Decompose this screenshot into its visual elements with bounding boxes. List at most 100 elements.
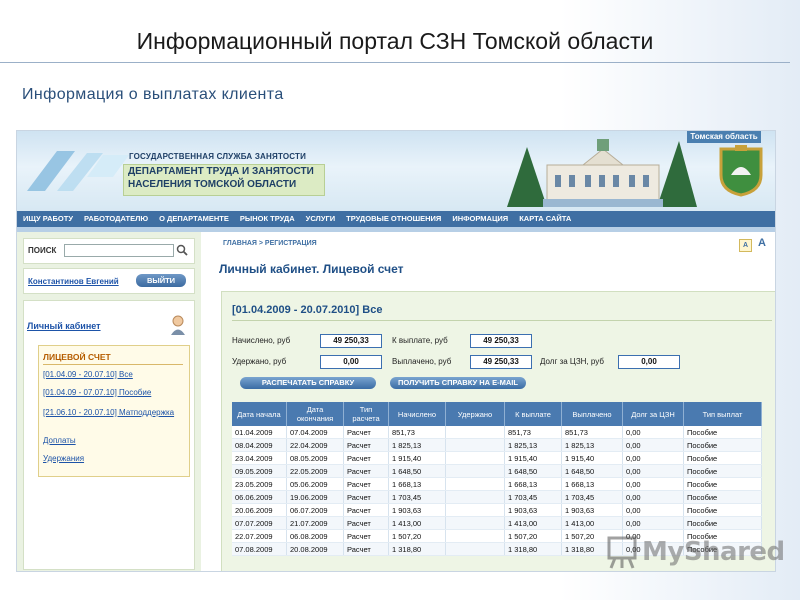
table-cell: 0,00 [622,464,684,478]
table-cell: 1 825,13 [561,438,623,452]
table-cell: Пособие [683,438,762,452]
service-name: ГОСУДАРСТВЕННАЯ СЛУЖБА ЗАНЯТОСТИ [129,152,307,161]
table-cell: 09.05.2009 [232,464,287,478]
table-cell: Расчет [343,426,389,439]
table-cell: Пособие [683,516,762,530]
table-cell: 1 507,20 [388,529,446,543]
nav-item-labor-relations[interactable]: ТРУДОВЫЕ ОТНОШЕНИЯ [340,211,446,227]
table-cell: 23.05.2009 [232,477,287,491]
user-name-link[interactable]: Константинов Евгений [28,277,119,286]
accrued-label: Начислено, руб [232,336,291,345]
table-cell: 20.08.2009 [286,542,344,556]
table-cell: 1 703,45 [388,490,446,504]
table-cell: 0,00 [622,503,684,517]
user-block: Константинов Евгений ВЫЙТИ [23,268,195,294]
table-row: 01.04.2009 07.04.2009 Расчет 851,73 851,73 85… [232,426,762,439]
watermark: MyShared [606,535,785,569]
table-cell: 1 915,40 [561,451,623,465]
account-link-all[interactable]: [01.04.09 - 20.07.10] Все [43,370,185,380]
search-icon[interactable] [176,244,188,256]
coat-of-arms-icon [719,145,763,197]
print-certificate-button[interactable]: РАСПЕЧАТАТЬ СПРАВКУ [240,377,376,389]
account-link-deductions[interactable]: Удержания [43,454,185,464]
table-cell: 1 648,50 [504,464,562,478]
department-name: ДЕПАРТАМЕНТ ТРУДА И ЗАНЯТОСТИ НАСЕЛЕНИЯ … [123,164,325,196]
building-image-icon [507,139,697,207]
table-cell [445,477,505,491]
nav-item-employer[interactable]: РАБОТОДАТЕЛЮ [78,211,153,227]
account-link-material-support[interactable]: [21.06.10 - 20.07.10] Матподдержка [43,408,185,418]
account-link-surcharges[interactable]: Доплаты [43,436,185,446]
col-payment-type: Тип выплат [683,402,762,426]
table-cell: 22.07.2009 [232,529,287,543]
paid-value: 49 250,33 [470,355,532,369]
email-certificate-button[interactable]: ПОЛУЧИТЬ СПРАВКУ НА E-MAIL [390,377,526,389]
cabinet-block: Личный кабинет ЛИЦЕВОЙ СЧЕТ [01.04.09 - … [23,300,195,570]
col-to-pay: К выплате [504,402,562,426]
account-panel: ЛИЦЕВОЙ СЧЕТ [01.04.09 - 20.07.10] Все [… [38,345,190,477]
table-cell: Расчет [343,516,389,530]
accrued-value: 49 250,33 [320,334,382,348]
table-cell: 0,00 [622,438,684,452]
table-cell: 0,00 [622,516,684,530]
search-input[interactable] [64,244,174,257]
col-accrued: Начислено [388,402,446,426]
table-cell: 1 915,40 [504,451,562,465]
table-cell: 05.06.2009 [286,477,344,491]
table-cell: Пособие [683,490,762,504]
withheld-value: 0,00 [320,355,382,369]
main-navigation: ИЩУ РАБОТУ РАБОТОДАТЕЛЮ О ДЕПАРТАМЕНТЕ Р… [17,211,775,227]
logout-button[interactable]: ВЫЙТИ [136,274,186,287]
table-cell: 01.04.2009 [232,426,287,439]
table-cell: 1 413,00 [388,516,446,530]
table-cell: 1 915,40 [388,451,446,465]
table-cell: Расчет [343,542,389,556]
nav-item-information[interactable]: ИНФОРМАЦИЯ [446,211,513,227]
table-cell: 08.05.2009 [286,451,344,465]
col-end-date: Дата окончания [286,402,344,426]
table-cell: 1 903,63 [561,503,623,517]
nav-item-sitemap[interactable]: КАРТА САЙТА [513,211,576,227]
table-row: 06.06.2009 19.06.2009 Расчет 1 703,45 1 703,… [232,490,762,504]
font-size-small-button[interactable]: A [739,239,752,252]
table-cell: 1 668,13 [561,477,623,491]
table-cell: 1 318,80 [388,542,446,556]
main-content: ГЛАВНАЯ > РЕГИСТРАЦИЯ A A Личный кабинет… [207,232,775,571]
nav-item-labor-market[interactable]: РЫНОК ТРУДА [234,211,300,227]
table-cell: 0,00 [622,451,684,465]
table-cell [445,438,505,452]
table-cell: 20.06.2009 [232,503,287,517]
slide-title: Информационный портал СЗН Томской област… [136,28,654,54]
account-link-benefit[interactable]: [01.04.09 - 07.07.10] Пособие [43,388,185,398]
table-cell: 0,00 [622,477,684,491]
cabinet-link[interactable]: Личный кабинет [27,321,101,331]
table-cell: 1 668,13 [388,477,446,491]
table-cell: Расчет [343,438,389,452]
col-debt: Долг за ЦЗН [622,402,684,426]
user-avatar-icon [171,315,185,335]
table-cell: Пособие [683,426,762,439]
table-row: 23.04.2009 08.05.2009 Расчет 1 915,40 1 915,… [232,451,762,465]
table-cell: 1 825,13 [388,438,446,452]
nav-item-about[interactable]: О ДЕПАРТАМЕНТЕ [153,211,234,227]
table-cell: 06.07.2009 [286,503,344,517]
table-cell: Пособие [683,451,762,465]
table-row: 08.04.2009 22.04.2009 Расчет 1 825,13 1 825,… [232,438,762,452]
nav-item-job-search[interactable]: ИЩУ РАБОТУ [17,211,78,227]
department-line-2: НАСЕЛЕНИЯ ТОМСКОЙ ОБЛАСТИ [128,179,297,190]
breadcrumb[interactable]: ГЛАВНАЯ > РЕГИСТРАЦИЯ [223,240,317,247]
table-cell [445,516,505,530]
table-header-row: Дата начала Дата окончания Тип расчета Н… [232,402,762,426]
col-calc-type: Тип расчета [343,402,389,426]
table-cell: 07.08.2009 [232,542,287,556]
table-cell: 1 903,63 [504,503,562,517]
table-cell: 21.07.2009 [286,516,344,530]
to-pay-value: 49 250,33 [470,334,532,348]
font-size-large-button[interactable]: A [758,237,766,249]
period-divider [232,320,772,321]
table-cell: 1 703,45 [504,490,562,504]
table-row: 20.06.2009 06.07.2009 Расчет 1 903,63 1 903,… [232,503,762,517]
table-cell: 1 668,13 [504,477,562,491]
nav-item-services[interactable]: УСЛУГИ [300,211,340,227]
payments-table: Дата начала Дата окончания Тип расчета Н… [232,402,762,556]
